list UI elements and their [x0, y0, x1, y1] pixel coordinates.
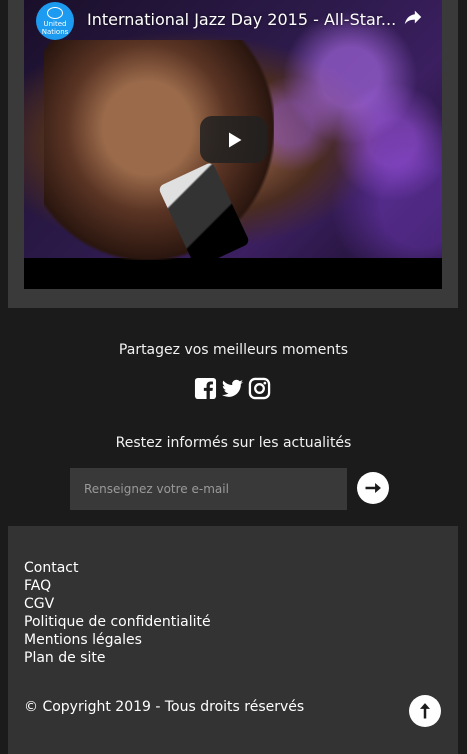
- footer-link-privacy[interactable]: Politique de confidentialité: [24, 613, 211, 631]
- video-player[interactable]: United Nations International Jazz Day 20…: [24, 0, 442, 289]
- footer-link-sitemap[interactable]: Plan de site: [24, 649, 211, 667]
- footer-links: Contact FAQ CGV Politique de confidentia…: [24, 559, 211, 667]
- instagram-icon[interactable]: [248, 377, 271, 400]
- email-input[interactable]: [70, 468, 347, 510]
- footer: Contact FAQ CGV Politique de confidentia…: [8, 526, 458, 754]
- video-title[interactable]: International Jazz Day 2015 - All-Star..…: [87, 10, 397, 29]
- channel-logo[interactable]: United Nations: [36, 2, 74, 40]
- newsletter-heading: Restez informés sur les actualités: [115, 435, 352, 451]
- footer-link-contact[interactable]: Contact: [24, 559, 211, 577]
- footer-link-cgv[interactable]: CGV: [24, 595, 211, 613]
- newsletter-submit-button[interactable]: [357, 472, 389, 504]
- social-links: [194, 376, 271, 400]
- play-icon: [228, 132, 241, 147]
- arrow-right-icon: [365, 483, 381, 493]
- video-panel: United Nations International Jazz Day 20…: [8, 0, 458, 308]
- footer-link-faq[interactable]: FAQ: [24, 577, 211, 595]
- back-to-top-button[interactable]: [409, 695, 441, 727]
- channel-logo-text: United Nations: [41, 19, 69, 36]
- twitter-icon[interactable]: [221, 377, 244, 400]
- copyright: © Copyright 2019 - Tous droits réservés: [24, 699, 305, 715]
- share-arrow-icon[interactable]: [402, 6, 424, 28]
- arrow-up-icon: [420, 703, 430, 719]
- un-globe-icon: [47, 6, 63, 19]
- share-heading: Partagez vos meilleurs moments: [118, 342, 349, 358]
- play-button[interactable]: [200, 116, 267, 163]
- facebook-icon[interactable]: [194, 377, 217, 400]
- footer-link-legal[interactable]: Mentions légales: [24, 631, 211, 649]
